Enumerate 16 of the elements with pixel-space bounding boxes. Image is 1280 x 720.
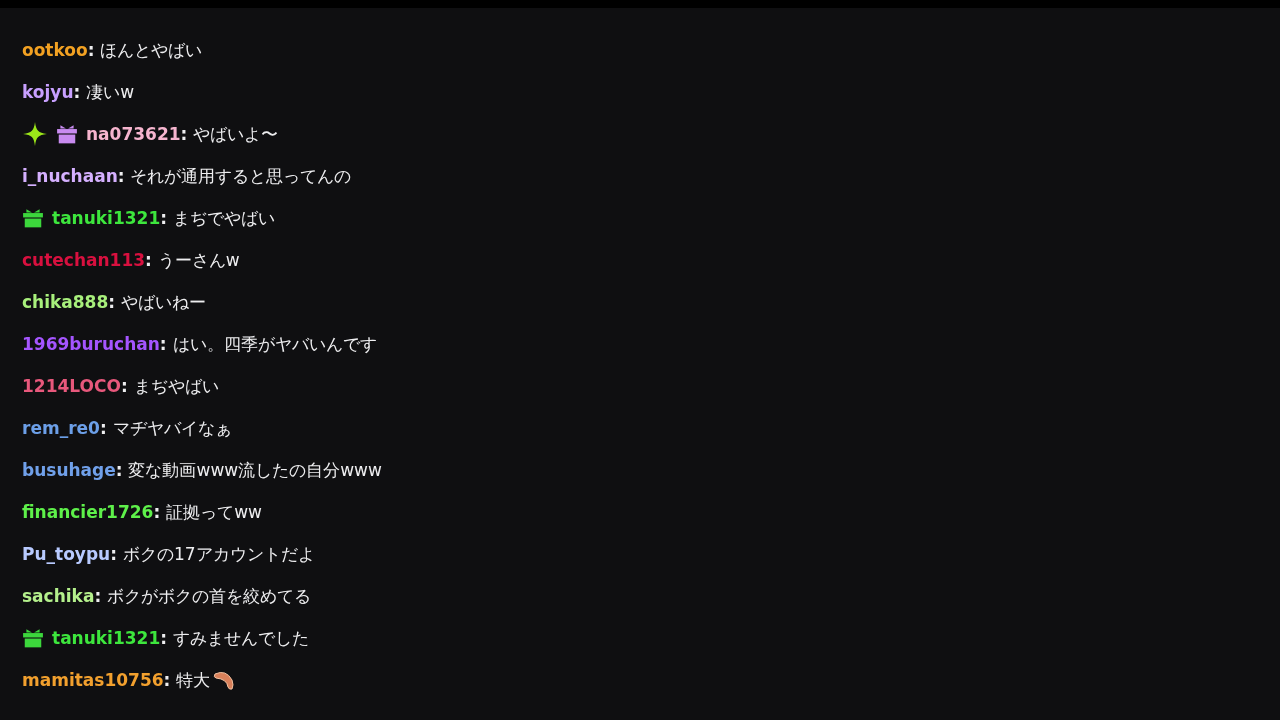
- chat-message: kojyu: 凄いw: [22, 80, 135, 104]
- chat-message: busuhage: 変な動画www流したの自分www: [22, 458, 382, 482]
- chat-message: na073621: やばいよ〜: [86, 122, 279, 146]
- chat-message: mamitas10756: 特大: [22, 668, 211, 692]
- chat-message: sachika: ボクがボクの首を絞めてる: [22, 584, 312, 608]
- chat-message: i_nuchaan: それが通用すると思ってんの: [22, 164, 352, 188]
- chat-message: 1214LOCO: まぢやばい: [22, 374, 219, 398]
- chat-message: chika888: やばいねー: [22, 290, 206, 314]
- chat-message: rem_re0: マヂヤバイなぁ: [22, 416, 232, 440]
- chat-message: tanuki1321: すみませんでした: [52, 626, 309, 650]
- chat-message: tanuki1321: まぢでやばい: [52, 206, 275, 230]
- chat-message: 1969buruchan: はい。四季がヤバいんです: [22, 332, 377, 356]
- chat-message: ootkoo: ほんとやばい: [22, 38, 203, 62]
- chat-message: financier1726: 証拠ってww: [22, 500, 262, 524]
- chat-message: Pu_toypu: ボクの17アカウントだよ: [22, 542, 315, 566]
- chat-message: cutechan113: うーさんw: [22, 248, 240, 272]
